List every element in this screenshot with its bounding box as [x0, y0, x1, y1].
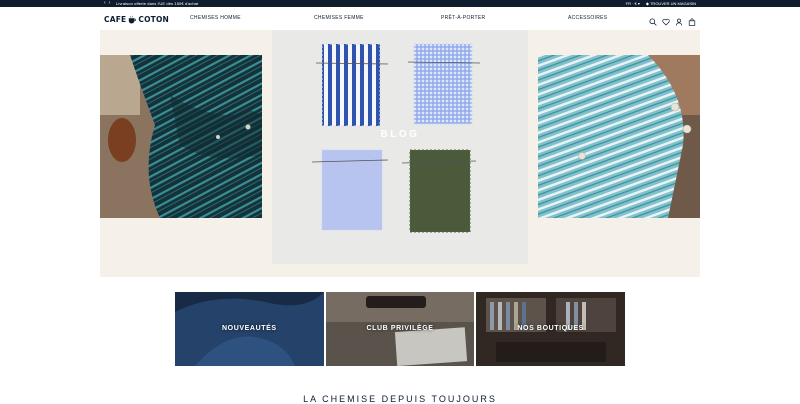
section-title: LA CHEMISE DEPUIS TOUJOURS — [303, 394, 497, 404]
tile-club-privilege-label: CLUB PRIVILÈGE — [366, 325, 434, 332]
promo-text: Livraison offerte dans l'UE dès 150€ d'a… — [116, 1, 199, 6]
locale-selector[interactable]: FR · € ▾ — [626, 0, 640, 7]
tile-club-privilege[interactable]: CLUB PRIVILÈGE — [325, 292, 475, 366]
announcement-arrows: ‹ › — [104, 0, 110, 7]
store-locator-link[interactable]: ◆ TROUVER UN MAGASIN — [646, 0, 696, 7]
blog-photo[interactable] — [272, 30, 528, 264]
nav-pret-a-porter[interactable]: PRÊT-À-PORTER — [441, 7, 485, 29]
logo-right-text: COTON — [138, 14, 170, 24]
chevron-right-icon[interactable]: › — [109, 0, 111, 7]
topbar-right: FR · € ▾ ◆ TROUVER UN MAGASIN — [626, 0, 696, 7]
category-tiles: NOUVEAUTÉS CLUB PRIVILÈGE NOS BOUTIQUES — [175, 292, 626, 366]
logo[interactable]: CAFE COTON — [104, 12, 169, 26]
nav-accessoires[interactable]: ACCESSOIRES — [568, 7, 607, 29]
tile-nos-boutiques-label: NOS BOUTIQUES — [517, 325, 584, 332]
coffee-cup-icon — [129, 15, 137, 23]
header-icons — [649, 13, 696, 26]
tile-nos-boutiques[interactable]: NOS BOUTIQUES — [476, 292, 626, 366]
bag-icon[interactable] — [688, 13, 696, 26]
tile-nouveautes-label: NOUVEAUTÉS — [222, 325, 277, 332]
tile-nouveautes[interactable]: NOUVEAUTÉS — [175, 292, 324, 366]
hero-photo-left[interactable] — [100, 55, 262, 218]
site-header: CAFE COTON CHEMISES HOMME CHEMISES FEMME… — [0, 7, 800, 29]
nav-chemises-femme[interactable]: CHEMISES FEMME — [314, 7, 364, 29]
chevron-left-icon[interactable]: ‹ — [104, 0, 106, 7]
user-icon[interactable] — [675, 13, 683, 26]
logo-left-text: CAFE — [104, 14, 127, 24]
hero-photo-right[interactable] — [538, 55, 700, 218]
nav-chemises-homme[interactable]: CHEMISES HOMME — [190, 7, 241, 29]
announcement-bar: ‹ › Livraison offerte dans l'UE dès 150€… — [0, 0, 800, 7]
heart-icon[interactable] — [662, 13, 670, 26]
search-icon[interactable] — [649, 13, 657, 26]
